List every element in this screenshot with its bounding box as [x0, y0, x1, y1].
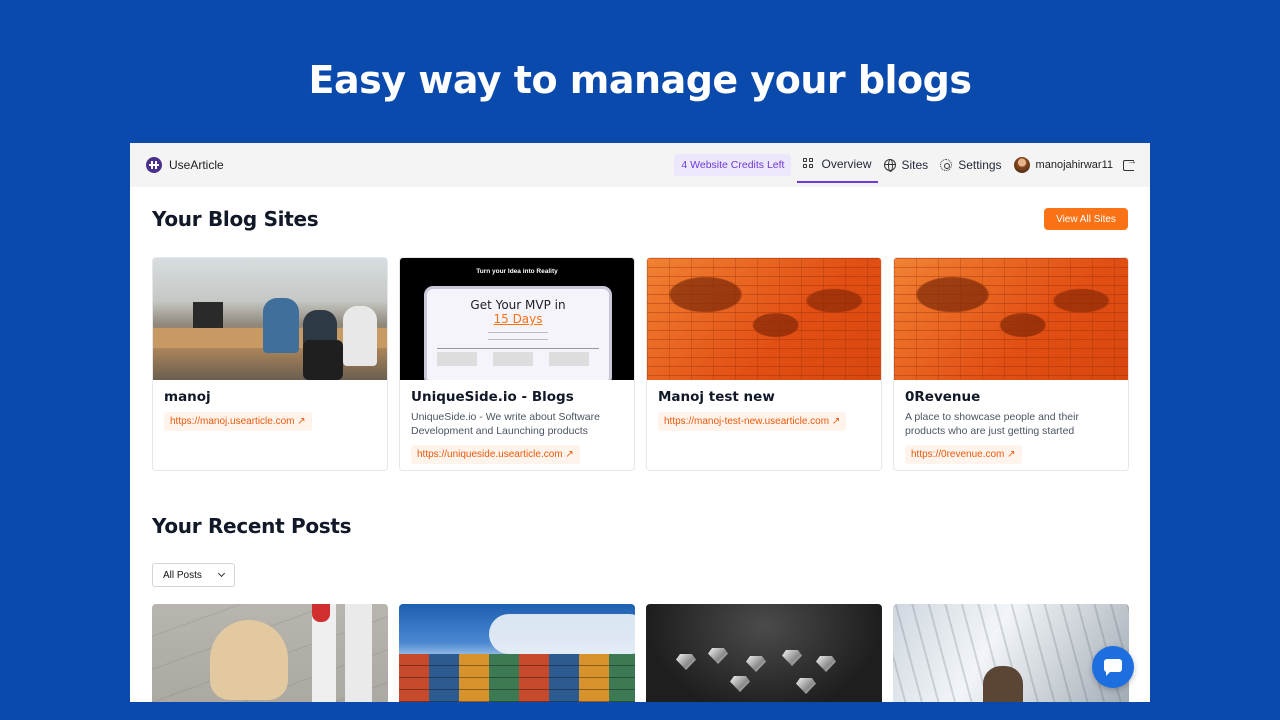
brand-name: UseArticle: [169, 158, 224, 172]
thumb-heading: Get Your MVP in: [470, 298, 566, 312]
site-thumbnail-brick: [894, 258, 1128, 380]
filter-value: All Posts: [163, 569, 202, 581]
site-thumbnail-office: [153, 258, 387, 380]
chat-support-button[interactable]: [1092, 646, 1134, 688]
user-menu[interactable]: manojahirwar11: [1008, 143, 1119, 187]
site-url-link[interactable]: https://manoj.usearticle.com ↗: [164, 412, 312, 431]
site-description: UniqueSide.io - We write about Software …: [411, 411, 600, 437]
posts-filter-dropdown[interactable]: All Posts: [152, 563, 235, 587]
nav-sites-label: Sites: [901, 158, 929, 172]
blog-sites-title: Your Blog Sites: [152, 207, 319, 231]
site-description: A place to showcase people and their pro…: [905, 411, 1079, 437]
site-url-link[interactable]: https://uniqueside.usearticle.com ↗: [411, 445, 580, 464]
site-thumbnail-brick: [647, 258, 881, 380]
nav-menu: 4 Website Credits Left Overview Sites Se…: [674, 143, 1150, 187]
thumb-highlight: 15 Days: [493, 312, 543, 326]
app-window: UseArticle 4 Website Credits Left Overvi…: [130, 143, 1150, 702]
brand[interactable]: UseArticle: [146, 157, 224, 173]
avatar: [1013, 157, 1030, 173]
usearticle-logo-icon: [146, 157, 162, 173]
recent-posts-title: Your Recent Posts: [152, 514, 352, 538]
post-card-thumbnail[interactable]: [646, 604, 882, 702]
view-all-sites-button[interactable]: View All Sites: [1044, 208, 1128, 230]
blog-site-card[interactable]: Manoj test new https://manoj-test-new.us…: [646, 257, 882, 471]
site-name: 0Revenue: [905, 389, 981, 405]
nav-settings-label: Settings: [958, 158, 1002, 172]
post-card-thumbnail[interactable]: [399, 604, 635, 702]
top-navbar: UseArticle 4 Website Credits Left Overvi…: [130, 143, 1150, 187]
site-thumbnail-mvp: Turn your Idea into Reality Get Your MVP…: [400, 258, 634, 380]
gear-icon: [940, 159, 953, 171]
username: manojahirwar11: [1035, 159, 1113, 171]
site-name: UniqueSide.io - Blogs: [411, 389, 574, 405]
post-card-thumbnail[interactable]: [893, 604, 1129, 702]
post-card-thumbnail[interactable]: [152, 604, 388, 702]
site-url-link[interactable]: https://manoj-test-new.usearticle.com ↗: [658, 412, 847, 431]
nav-sites[interactable]: Sites: [878, 143, 935, 187]
site-url-link[interactable]: https://0revenue.com ↗: [905, 445, 1022, 464]
nav-overview[interactable]: Overview: [797, 147, 878, 183]
logout-icon[interactable]: [1123, 156, 1137, 171]
globe-icon: [883, 159, 896, 172]
blog-site-card[interactable]: Turn your Idea into Reality Get Your MVP…: [399, 257, 635, 471]
page-headline: Easy way to manage your blogs: [308, 58, 973, 102]
thumb-tagline: Turn your Idea into Reality: [476, 268, 558, 275]
dashboard-grid-icon: [803, 158, 815, 170]
blog-site-card[interactable]: manoj https://manoj.usearticle.com ↗: [152, 257, 388, 471]
credits-badge: 4 Website Credits Left: [674, 154, 792, 176]
chevron-down-icon: [217, 569, 226, 578]
blog-site-card[interactable]: 0Revenue A place to showcase people and …: [893, 257, 1129, 471]
nav-settings[interactable]: Settings: [934, 143, 1007, 187]
site-name: Manoj test new: [658, 389, 775, 405]
nav-overview-label: Overview: [821, 157, 872, 171]
site-name: manoj: [164, 389, 211, 405]
